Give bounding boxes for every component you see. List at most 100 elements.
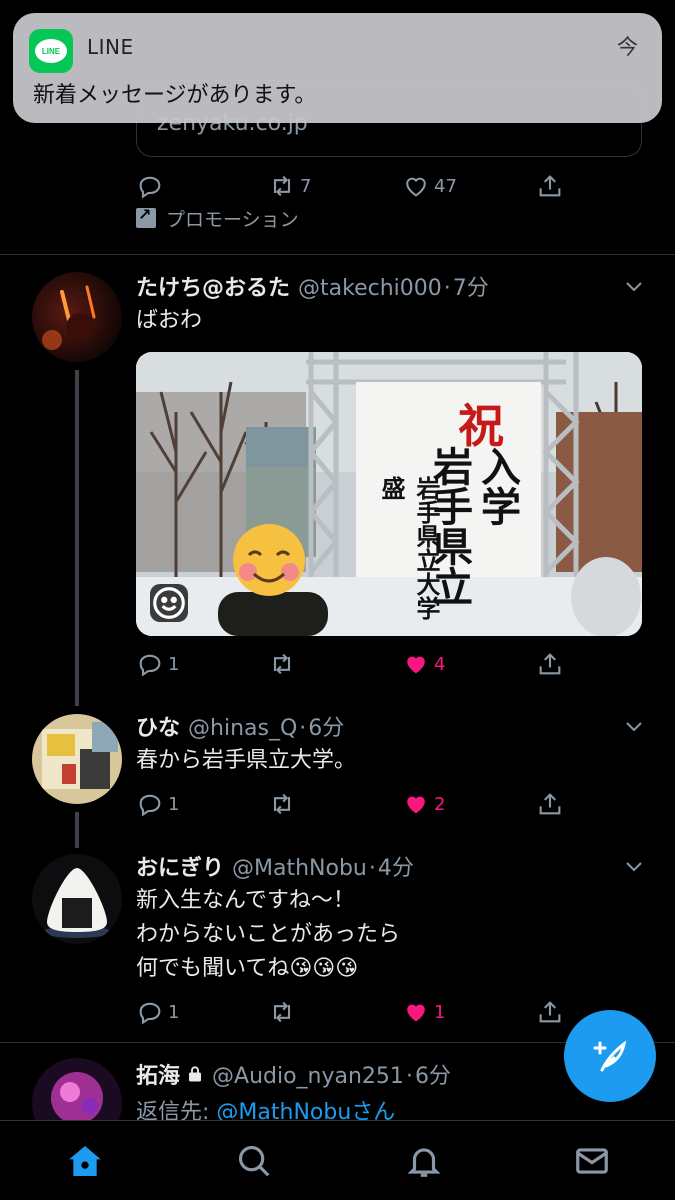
tab-search[interactable]	[232, 1139, 276, 1183]
avatar[interactable]	[32, 272, 122, 362]
tweet-text: 春から岩手県立大学。	[136, 748, 357, 773]
banner-line-4: 岩手県立大学盛	[377, 476, 441, 620]
tab-messages[interactable]	[570, 1139, 614, 1183]
timeline-feed[interactable]: zenyaku.co.jp 7 47 プロモーション	[0, 0, 675, 1120]
compose-feather-icon	[593, 1040, 627, 1072]
bottom-tab-bar	[0, 1120, 675, 1200]
avatar[interactable]	[32, 1058, 122, 1120]
separator-dot: ·	[405, 1064, 413, 1089]
retweet-icon	[273, 653, 291, 675]
smiley-badge[interactable]	[150, 584, 188, 622]
reply-button[interactable]: 1	[136, 994, 179, 1030]
tweet-actions: 1 1	[136, 994, 576, 1030]
like-count: 1	[434, 1001, 446, 1023]
reply-button[interactable]	[136, 168, 164, 204]
tweet-text: 新入生なんですね〜！ わからないことがあったら 何でも聞いてね😘😘😘	[136, 888, 401, 981]
like-count: 2	[434, 793, 446, 815]
user-handle[interactable]: @Audio_nyan251	[212, 1064, 404, 1089]
tweet-text: ばおわ	[136, 308, 203, 333]
user-handle[interactable]: @takechi000	[298, 276, 442, 301]
reply-count: 1	[168, 653, 180, 675]
separator-dot: ·	[299, 716, 307, 741]
share-button[interactable]	[536, 786, 564, 822]
reply-button[interactable]: 1	[136, 646, 179, 682]
chevron-down-icon[interactable]	[622, 274, 646, 298]
smiley-icon	[153, 587, 185, 619]
notification-app-name: LINE	[87, 35, 134, 59]
tab-notifications[interactable]	[402, 1139, 446, 1183]
display-name[interactable]: ひな	[136, 710, 180, 742]
avatar[interactable]	[32, 714, 122, 804]
lock-icon	[186, 1064, 204, 1082]
search-icon	[238, 1145, 270, 1177]
mail-icon	[576, 1148, 608, 1174]
reply-button[interactable]: 1	[136, 786, 179, 822]
share-icon	[539, 653, 561, 675]
share-button[interactable]	[536, 646, 564, 682]
heart-filled-icon	[407, 656, 425, 674]
share-icon	[539, 175, 561, 197]
chevron-down-icon[interactable]	[622, 714, 646, 738]
promoted-action-row: 7 47	[136, 168, 576, 204]
display-name[interactable]: たけち@おるた	[136, 270, 290, 302]
share-button[interactable]	[536, 994, 564, 1030]
like-button[interactable]: 4	[402, 646, 445, 682]
heart-filled-icon	[407, 796, 425, 814]
retweet-icon	[273, 175, 291, 197]
reply-mention-link[interactable]: @MathNobuさん	[216, 1100, 395, 1120]
like-count: 4	[434, 653, 446, 675]
reply-icon	[139, 176, 161, 199]
tweet-header: ひな @hinas_Q · 6分	[136, 710, 344, 742]
reply-icon	[139, 1002, 161, 1025]
banner-text: 祝 入学 岩手県立 岩手県立大学盛	[356, 382, 541, 636]
display-name[interactable]: おにぎり	[136, 850, 224, 882]
share-icon	[539, 1001, 561, 1023]
tweet-actions: 1 2	[136, 786, 576, 822]
reply-icon	[139, 654, 161, 677]
tweet-header: おにぎり @MathNobu · 4分	[136, 850, 414, 882]
heart-filled-icon	[407, 1004, 425, 1022]
timestamp: 4分	[377, 856, 414, 881]
like-button[interactable]: 47	[402, 168, 457, 204]
timestamp: 6分	[308, 716, 345, 741]
chevron-down-icon[interactable]	[622, 854, 646, 878]
tweet-actions: 1 4	[136, 646, 576, 682]
retweet-button[interactable]	[268, 646, 296, 682]
reply-count: 1	[168, 1001, 180, 1023]
line-icon-label: LINE	[35, 39, 67, 63]
promoted-label: プロモーション	[136, 204, 299, 232]
user-handle[interactable]: @MathNobu	[232, 856, 367, 881]
retweet-icon	[273, 793, 291, 815]
like-button[interactable]: 1	[402, 994, 445, 1030]
like-button[interactable]: 2	[402, 786, 445, 822]
bell-icon	[407, 1148, 441, 1177]
reply-prefix: 返信先:	[136, 1100, 217, 1120]
timestamp: 7分	[452, 276, 489, 301]
retweet-icon	[273, 1001, 291, 1023]
compose-tweet-button[interactable]	[564, 1010, 656, 1102]
retweet-button[interactable]	[268, 786, 296, 822]
tweet-photo[interactable]: 祝 入学 岩手県立 岩手県立大学盛	[136, 352, 642, 636]
thread-line	[75, 370, 79, 706]
push-notification[interactable]: LINE LINE 今 新着メッセージがあります。	[13, 13, 662, 123]
share-button[interactable]	[536, 168, 564, 204]
notification-message: 新着メッセージがあります。	[33, 83, 317, 108]
tweet-header: 拓海 @Audio_nyan251 · 6分	[136, 1058, 451, 1090]
user-handle[interactable]: @hinas_Q	[188, 716, 297, 741]
avatar[interactable]	[32, 854, 122, 944]
timestamp: 6分	[414, 1064, 451, 1089]
home-icon	[69, 1146, 101, 1176]
tweet-header: たけち@おるた @takechi000 · 7分	[136, 270, 489, 302]
tab-home[interactable]	[63, 1139, 107, 1183]
retweet-button[interactable]: 7	[268, 168, 311, 204]
like-count: 47	[434, 175, 457, 197]
reply-count: 1	[168, 793, 180, 815]
retweet-button[interactable]	[268, 994, 296, 1030]
display-name[interactable]: 拓海	[136, 1058, 180, 1090]
separator-dot: ·	[443, 276, 451, 301]
retweet-count: 7	[300, 175, 312, 197]
heart-icon	[406, 177, 426, 197]
promoted-icon	[136, 205, 156, 228]
promoted-text: プロモーション	[166, 208, 299, 231]
separator-dot: ·	[368, 856, 376, 881]
